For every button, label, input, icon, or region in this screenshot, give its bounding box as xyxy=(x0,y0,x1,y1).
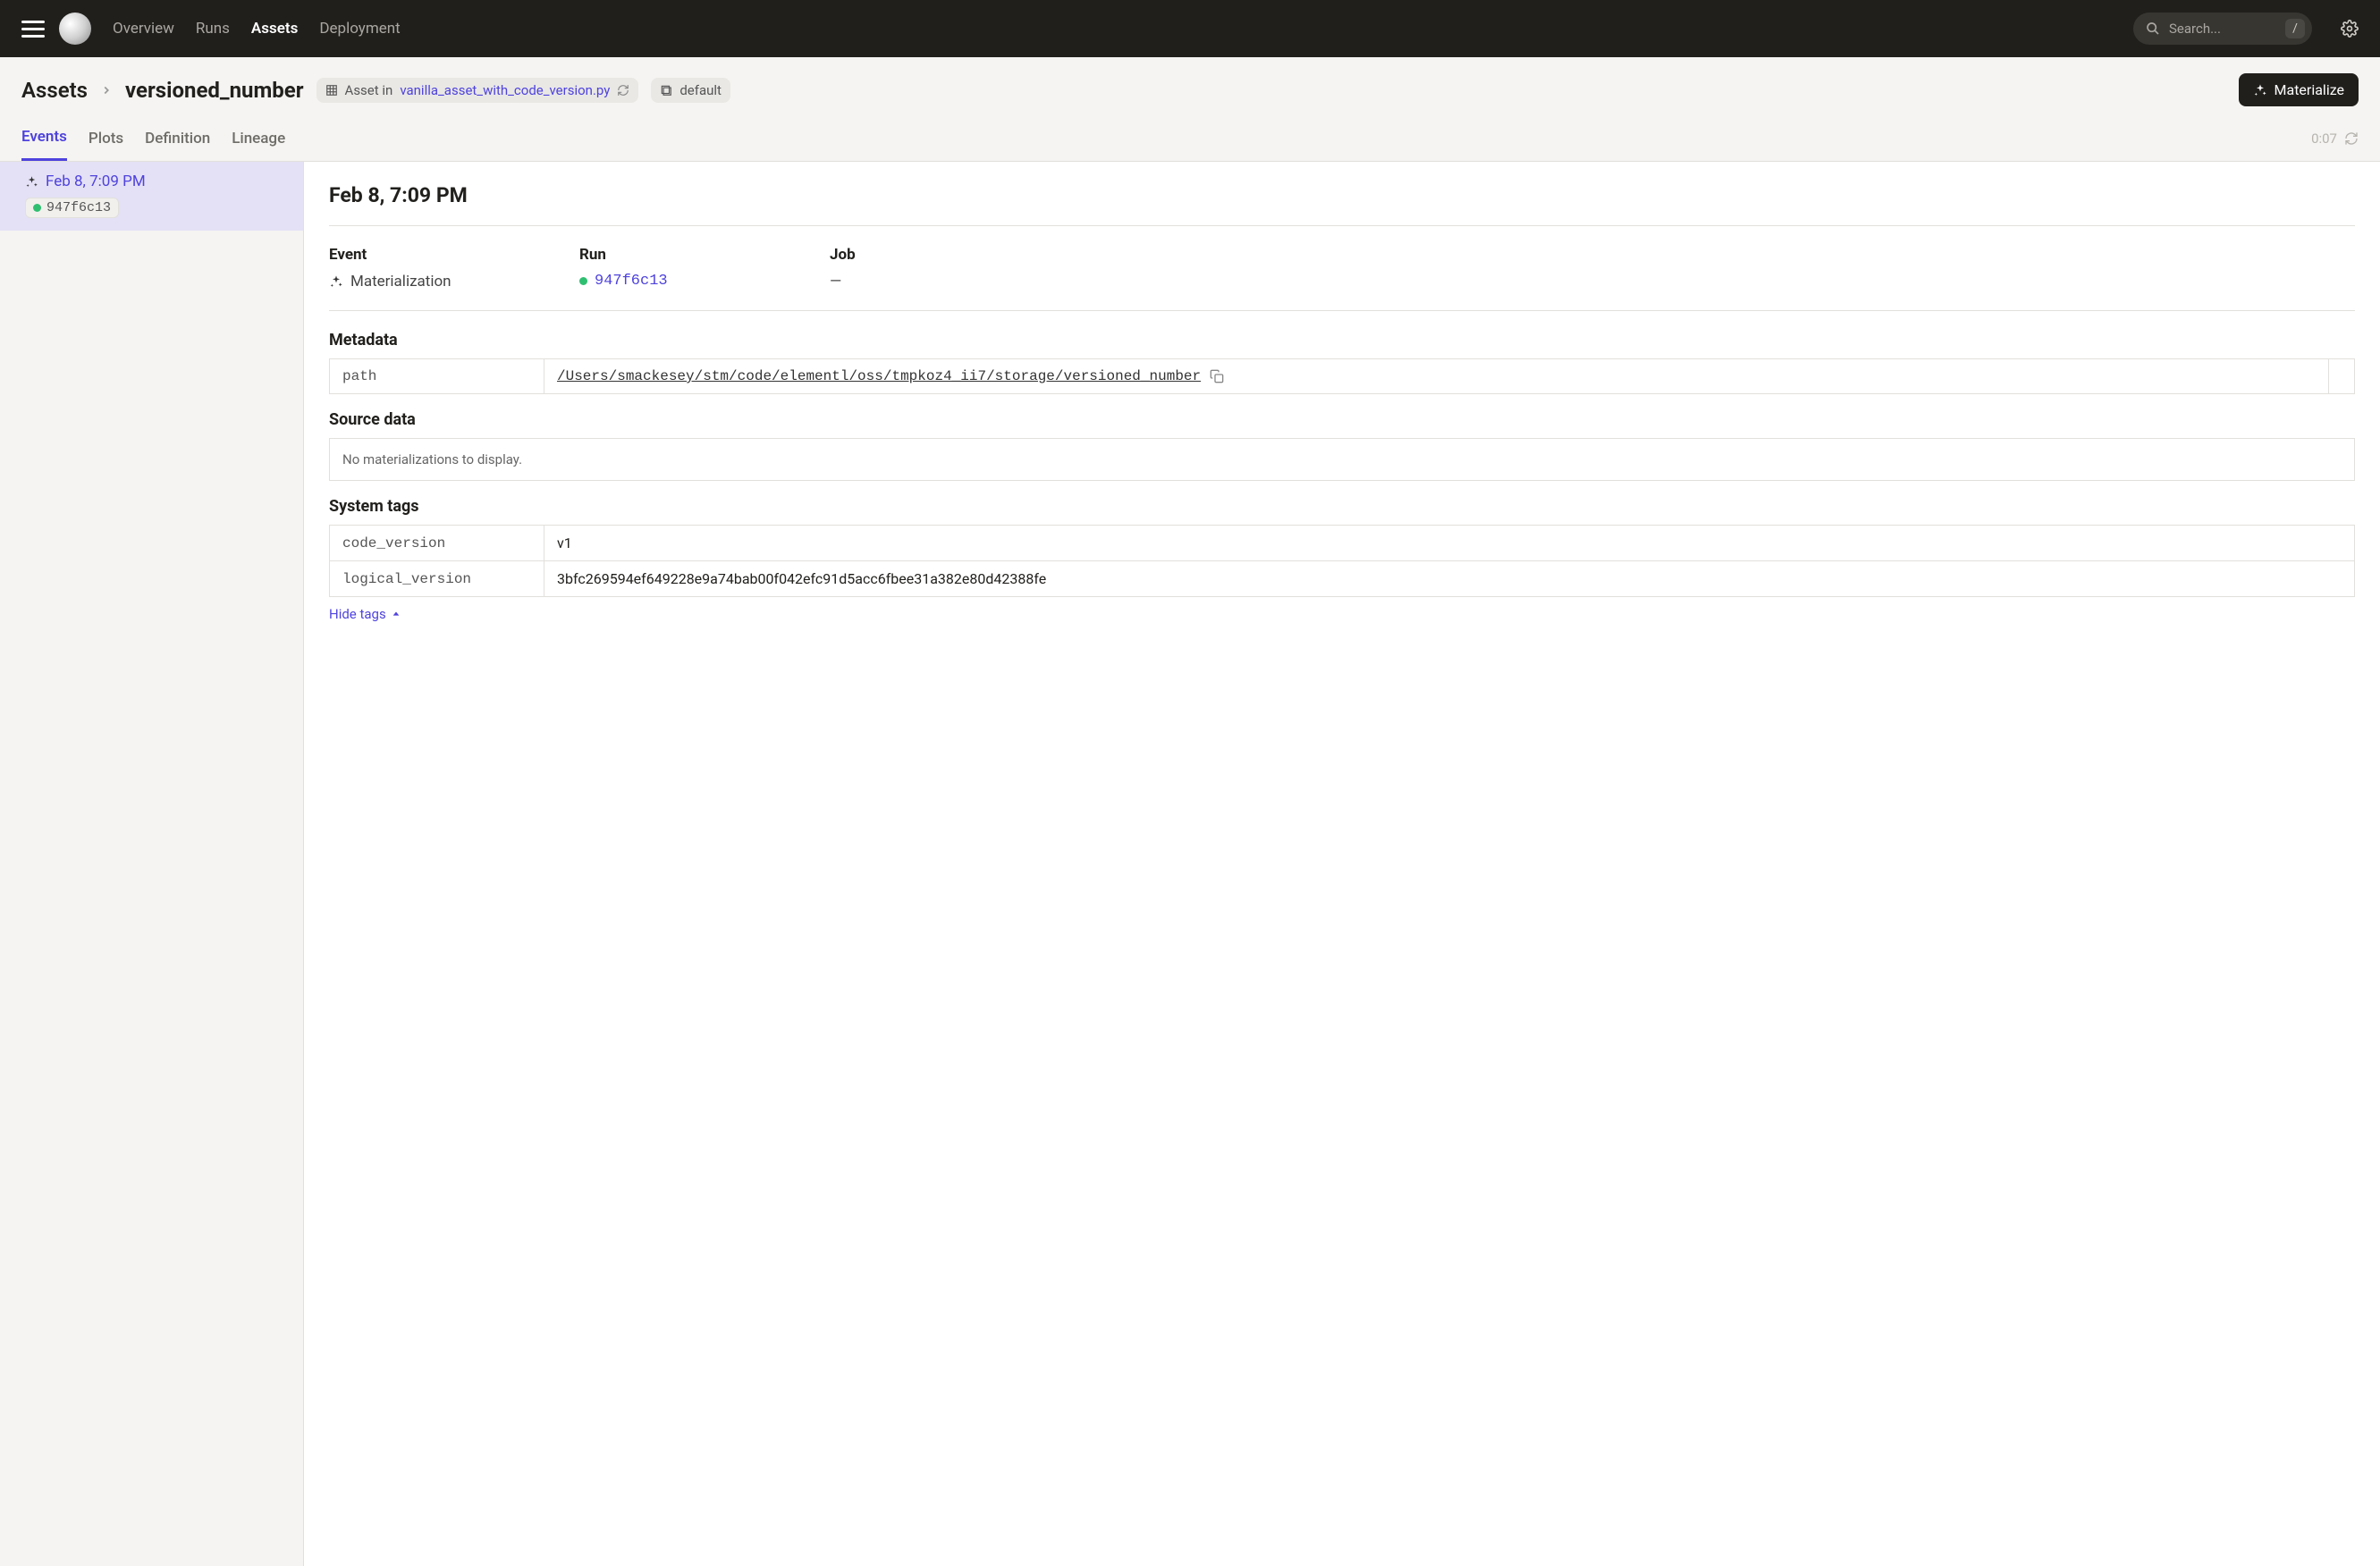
divider xyxy=(329,310,2355,311)
system-tags-heading: System tags xyxy=(329,497,2355,516)
chevron-right-icon xyxy=(100,84,113,97)
main-content: Feb 8, 7:09 PM 947f6c13 Feb 8, 7:09 PM E… xyxy=(0,162,2380,1566)
event-type: Materialization xyxy=(350,273,452,290)
hide-tags-label: Hide tags xyxy=(329,606,386,622)
source-data-empty: No materializations to display. xyxy=(329,438,2355,481)
nav-links: Overview Runs Assets Deployment xyxy=(113,20,401,38)
tab-events[interactable]: Events xyxy=(21,128,67,161)
sparkle-icon xyxy=(25,175,38,189)
metadata-heading: Metadata xyxy=(329,331,2355,349)
breadcrumb-root[interactable]: Assets xyxy=(21,78,88,103)
asset-in-label: Asset in xyxy=(345,82,393,98)
summary-row: Event Materialization Run 947f6c13 Job — xyxy=(329,246,2355,290)
event-time: Feb 8, 7:09 PM xyxy=(46,173,146,190)
run-id-short: 947f6c13 xyxy=(46,200,111,215)
metadata-key: path xyxy=(330,359,544,394)
menu-icon[interactable] xyxy=(21,17,45,40)
metadata-table: path /Users/smackesey/stm/code/elementl/… xyxy=(329,358,2355,394)
app-logo[interactable] xyxy=(59,13,91,45)
breadcrumb-leaf: versioned_number xyxy=(125,78,304,103)
tab-bar: Events Plots Definition Lineage 0:07 xyxy=(0,106,2380,162)
search-placeholder: Search... xyxy=(2169,21,2276,37)
event-detail-panel: Feb 8, 7:09 PM Event Materialization Run… xyxy=(304,162,2380,1566)
repo-chip-label: default xyxy=(679,82,722,98)
sparkle-icon xyxy=(329,274,343,289)
sparkle-icon xyxy=(2253,83,2267,97)
systag-key: logical_version xyxy=(330,561,544,597)
repo-icon xyxy=(660,84,672,97)
nav-runs[interactable]: Runs xyxy=(196,20,230,38)
system-tags-table: code_version v1 logical_version 3bfc2695… xyxy=(329,525,2355,597)
divider xyxy=(329,225,2355,226)
asset-file-link[interactable]: vanilla_asset_with_code_version.py xyxy=(400,82,610,98)
tab-plots[interactable]: Plots xyxy=(89,130,123,160)
tab-definition[interactable]: Definition xyxy=(145,130,210,160)
tab-lineage[interactable]: Lineage xyxy=(232,130,285,160)
top-nav: Overview Runs Assets Deployment Search..… xyxy=(0,0,2380,57)
hide-tags-toggle[interactable]: Hide tags xyxy=(329,606,401,622)
events-sidebar: Feb 8, 7:09 PM 947f6c13 xyxy=(0,162,304,1566)
nav-overview[interactable]: Overview xyxy=(113,20,174,38)
run-pill[interactable]: 947f6c13 xyxy=(25,198,119,218)
materialize-button[interactable]: Materialize xyxy=(2239,73,2359,106)
systag-key: code_version xyxy=(330,526,544,561)
table-row: logical_version 3bfc269594ef649228e9a74b… xyxy=(330,561,2355,597)
run-heading: Run xyxy=(579,246,776,264)
asset-location-chip: Asset in vanilla_asset_with_code_version… xyxy=(316,78,639,103)
materialize-button-label: Materialize xyxy=(2275,81,2344,98)
event-list-item[interactable]: Feb 8, 7:09 PM 947f6c13 xyxy=(0,162,303,231)
nav-assets[interactable]: Assets xyxy=(251,20,298,38)
table-row: code_version v1 xyxy=(330,526,2355,561)
nav-deployment[interactable]: Deployment xyxy=(319,20,400,38)
job-value: — xyxy=(830,273,937,290)
caret-up-icon xyxy=(392,610,401,619)
systag-value: v1 xyxy=(544,526,2355,561)
breadcrumb-bar: Assets versioned_number Asset in vanilla… xyxy=(0,57,2380,106)
search-icon xyxy=(2146,21,2160,36)
reload-icon[interactable] xyxy=(617,84,629,97)
systag-value: 3bfc269594ef649228e9a74bab00f042efc91d5a… xyxy=(544,561,2355,597)
refresh-icon[interactable] xyxy=(2344,131,2359,146)
repo-chip[interactable]: default xyxy=(651,78,730,103)
job-heading: Job xyxy=(830,246,937,264)
event-heading: Event xyxy=(329,246,526,264)
copy-icon[interactable] xyxy=(1210,369,1224,383)
table-row: path /Users/smackesey/stm/code/elementl/… xyxy=(330,359,2355,394)
status-dot-icon xyxy=(579,277,587,285)
status-dot-icon xyxy=(33,204,41,212)
search-input[interactable]: Search... / xyxy=(2133,13,2312,45)
refresh-timer: 0:07 xyxy=(2311,130,2359,159)
detail-title: Feb 8, 7:09 PM xyxy=(329,183,2355,207)
search-key-hint: / xyxy=(2285,19,2305,38)
run-id-link[interactable]: 947f6c13 xyxy=(595,273,668,290)
gear-icon[interactable] xyxy=(2341,20,2359,38)
grid-icon xyxy=(325,84,338,97)
source-data-heading: Source data xyxy=(329,410,2355,429)
metadata-path-link[interactable]: /Users/smackesey/stm/code/elementl/oss/t… xyxy=(557,368,1201,384)
timer-value: 0:07 xyxy=(2311,130,2337,147)
